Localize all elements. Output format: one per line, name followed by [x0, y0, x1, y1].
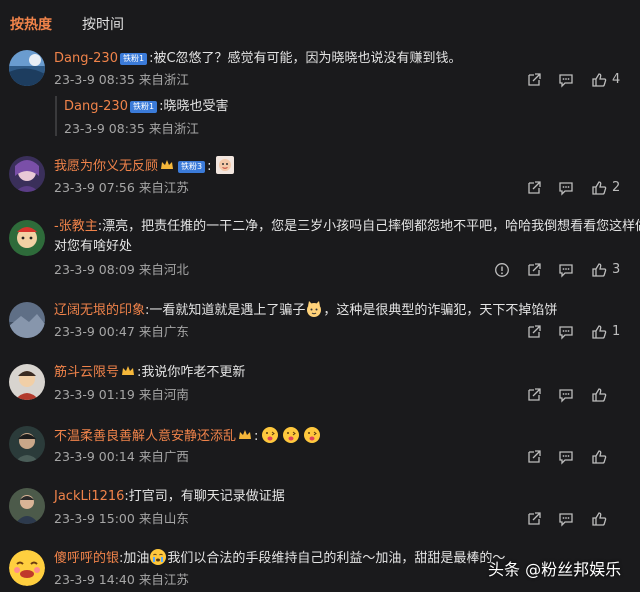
username[interactable]: 傻呼呼的银 [54, 551, 119, 566]
comment-text: :我说你咋老不更新 [137, 365, 246, 380]
comment-text-continued: ，这种是很典型的诈骗犯，天下不掉馅饼 [323, 303, 558, 318]
comment-icon[interactable] [558, 511, 574, 527]
comment-icon[interactable] [558, 387, 574, 403]
share-icon[interactable] [526, 72, 542, 88]
comment-text: : [254, 429, 259, 444]
comment-text-continued: 对您有啥好处 [54, 239, 133, 254]
sort-tabs: 按热度 按时间 [0, 0, 640, 40]
comment-icon[interactable] [558, 449, 574, 465]
username[interactable]: 辽阔无垠的印象 [54, 303, 145, 318]
comment-date: 23-3-9 01:19 [54, 387, 135, 402]
tongue-emoji-icon [303, 426, 321, 444]
like-count: 2 [612, 180, 621, 195]
comment-date: 23-3-9 00:47 [54, 324, 135, 339]
comment-actions [520, 511, 632, 529]
comment-date: 23-3-9 08:35 [54, 72, 135, 87]
username[interactable]: 筋斗云限号 [54, 365, 119, 380]
comment-text: :被C忽悠了？感觉有可能，因为晓晓也说没有赚到钱。 [149, 51, 462, 66]
comment-text: :漂亮，把责任推的一干二净，您是三岁小孩吗自己摔倒都怨地不平吧，哈哈我倒想看看您… [97, 219, 640, 234]
share-icon[interactable] [526, 180, 542, 196]
share-icon[interactable] [526, 324, 542, 340]
comment-location: 来自浙江 [138, 72, 189, 87]
comment-location: 来自山东 [138, 511, 189, 526]
comment-date: 23-3-9 08:09 [54, 262, 135, 277]
share-icon[interactable] [526, 262, 542, 278]
tab-by-hotness[interactable]: 按热度 [10, 14, 52, 34]
sticker-emoji-icon [215, 156, 234, 174]
avatar[interactable] [9, 220, 45, 256]
comment-date: 23-3-9 08:35 [64, 121, 145, 136]
comment-location: 来自广东 [138, 324, 189, 339]
comment-actions: 3 [495, 262, 632, 280]
comment-location: 来自河北 [138, 262, 189, 277]
share-icon[interactable] [526, 387, 542, 403]
watermark: 头条 @粉丝邦娱乐 [488, 560, 622, 579]
thumbs-up-icon[interactable] [591, 449, 607, 465]
thumbs-up-icon[interactable] [591, 262, 607, 278]
cat-emoji-icon [305, 300, 323, 318]
avatar[interactable] [9, 488, 45, 524]
comment-icon[interactable] [558, 324, 574, 340]
username[interactable]: 我愿为你义无反顾 [54, 159, 158, 174]
username[interactable]: -张教主 [54, 219, 98, 234]
crying-emoji-icon [149, 548, 167, 566]
comment-icon[interactable] [558, 262, 574, 278]
comment-icon[interactable] [558, 72, 574, 88]
avatar[interactable] [9, 550, 45, 586]
comment-text: :晓晓也受害 [159, 99, 229, 114]
comment-date: 23-3-9 15:00 [54, 511, 135, 526]
comment-date: 23-3-9 00:14 [54, 449, 135, 464]
comment-text-continued: 我们以合法的手段维持自己的利益～加油，甜甜是最棒的～ [167, 551, 506, 566]
comment-text: : [207, 159, 212, 174]
tab-by-time[interactable]: 按时间 [82, 14, 124, 34]
fan-badge: 铁粉3 [178, 161, 206, 173]
comment-actions: 1 [520, 324, 632, 342]
crown-icon [160, 159, 174, 171]
username[interactable]: Dang-230 [64, 99, 128, 114]
thumbs-up-icon[interactable] [591, 72, 607, 88]
avatar[interactable] [9, 156, 45, 192]
comment-date: 23-3-9 14:40 [54, 572, 135, 587]
comment-actions: 4 [520, 72, 632, 90]
fan-badge: 铁粉1 [129, 101, 158, 113]
share-icon[interactable] [526, 511, 542, 527]
thumbs-up-icon[interactable] [591, 180, 607, 196]
comment-location: 来自广西 [138, 449, 189, 464]
report-icon[interactable] [494, 262, 510, 278]
share-icon[interactable] [526, 449, 542, 465]
comment-actions [520, 449, 632, 467]
comment-date: 23-3-9 07:56 [54, 180, 135, 195]
avatar[interactable] [9, 302, 45, 338]
comment-text: :打官司，有聊天记录做证据 [124, 489, 285, 504]
avatar[interactable] [9, 50, 45, 86]
comment-location: 来自河南 [138, 387, 189, 402]
fan-badge: 铁粉1 [119, 53, 148, 65]
username[interactable]: Dang-230 [54, 51, 118, 66]
thumbs-up-icon[interactable] [591, 387, 607, 403]
comment-text: :一看就知道就是遇上了骗子 [145, 303, 306, 318]
tongue-emoji-icon [282, 426, 300, 444]
comment-location: 来自江苏 [138, 180, 189, 195]
comment-location: 来自江苏 [138, 572, 189, 587]
like-count: 3 [612, 262, 621, 277]
tongue-emoji-icon [261, 426, 279, 444]
reply-indent-bar [55, 96, 57, 136]
comment-text: :加油 [119, 551, 150, 566]
like-count: 4 [612, 72, 621, 87]
crown-icon [238, 429, 252, 441]
avatar[interactable] [9, 426, 45, 462]
comment-location: 来自浙江 [148, 121, 199, 136]
comment-icon[interactable] [558, 180, 574, 196]
avatar[interactable] [9, 364, 45, 400]
comment-actions [520, 387, 632, 405]
crown-icon [121, 365, 135, 377]
comment-actions: 2 [520, 180, 632, 198]
like-count: 1 [612, 324, 621, 339]
thumbs-up-icon[interactable] [591, 324, 607, 340]
thumbs-up-icon[interactable] [591, 511, 607, 527]
username[interactable]: 不温柔善良善解人意安静还添乱 [54, 429, 236, 444]
username[interactable]: JackLi1216 [54, 489, 124, 504]
